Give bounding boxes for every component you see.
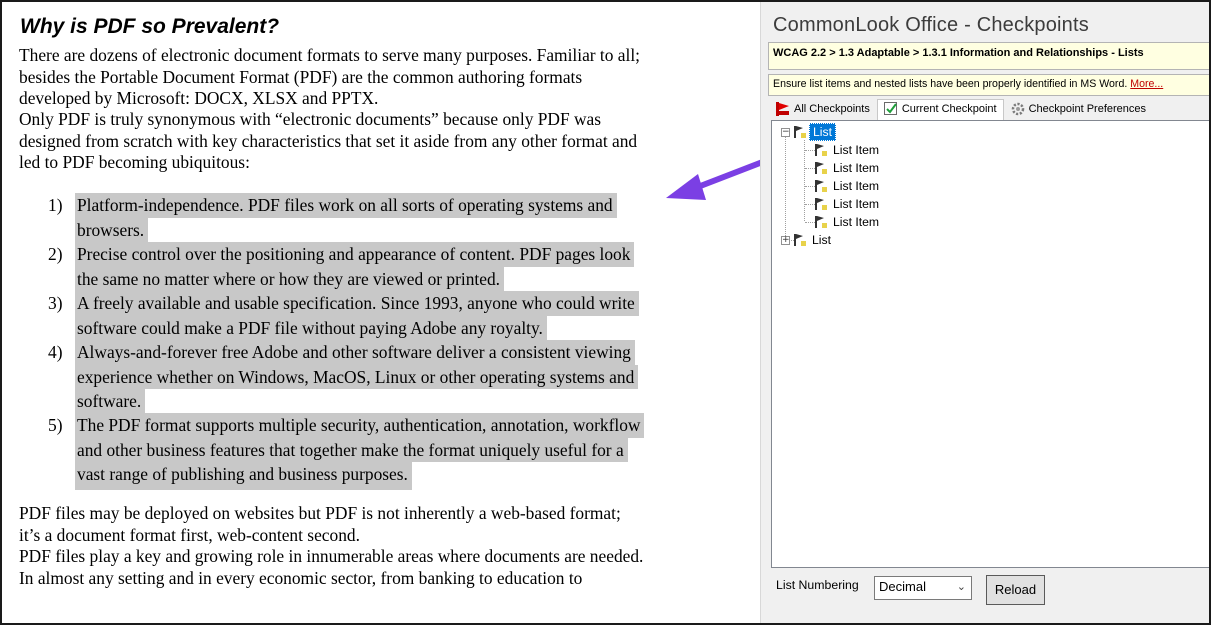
checkpoints-pane: CommonLook Office - Checkpoints WCAG 2.2… — [760, 2, 1209, 623]
list-number: 5) — [48, 415, 63, 435]
tree-node-label: List Item — [833, 197, 880, 211]
intro-paragraph-1: There are dozens of electronic document … — [19, 45, 640, 110]
tree-node-list[interactable]: List — [793, 123, 836, 141]
list-item-text: The PDF format supports multiple securit… — [75, 413, 645, 490]
tree-node-label: List — [809, 123, 836, 141]
tree-node-list[interactable]: List — [793, 231, 834, 249]
tab-all-checkpoints[interactable]: All Checkpoints — [769, 99, 877, 121]
tree-node-list-item[interactable]: List Item — [814, 177, 882, 195]
tree-node-label: List Item — [833, 179, 880, 193]
flag-icon — [815, 180, 827, 192]
text-line: There are dozens of electronic document … — [19, 45, 641, 65]
expand-toggle[interactable]: + — [781, 236, 790, 245]
text-line: PDF files may be deployed on websites bu… — [19, 503, 621, 523]
pane-tabs: All Checkpoints Current Checkpoint Check… — [769, 99, 1153, 121]
text-line: developed by Microsoft: DOCX, XLSX and P… — [19, 88, 379, 109]
checkmark-chart-icon — [883, 102, 897, 115]
tree-node-list-item[interactable]: List Item — [814, 195, 882, 213]
flag-icon — [794, 126, 806, 138]
checkpoint-description: Ensure list items and nested lists have … — [768, 74, 1209, 96]
red-flag-icon — [776, 102, 789, 116]
tree-node-list-item[interactable]: List Item — [814, 159, 882, 177]
text-line: it’s a document format first, web-conten… — [19, 524, 360, 545]
text-line: designed from scratch with key character… — [19, 130, 638, 151]
checkpoint-tree[interactable]: − List List Item List Item List Item Lis… — [771, 120, 1209, 568]
list-number: 4) — [48, 342, 63, 362]
text-line: Platform-independence. PDF files work on… — [75, 193, 617, 218]
text-line: Always-and-forever free Adobe and other … — [75, 340, 635, 365]
pane-title: CommonLook Office - Checkpoints — [773, 14, 1089, 36]
document-heading: Why is PDF so Prevalent? — [20, 15, 280, 38]
text-line: PDF files play a key and growing role in… — [19, 546, 644, 566]
tree-node-list-item[interactable]: List Item — [814, 141, 882, 159]
tree-node-label: List Item — [833, 215, 880, 229]
collapse-toggle[interactable]: − — [781, 128, 790, 137]
flag-icon — [815, 144, 827, 156]
outro-paragraph-2: PDF files play a key and growing role in… — [19, 546, 643, 589]
tab-current-checkpoint[interactable]: Current Checkpoint — [876, 99, 1004, 121]
tab-label: Current Checkpoint — [901, 103, 997, 115]
text-line: led to PDF becoming ubiquitous: — [19, 152, 250, 173]
description-text: Ensure list items and nested lists have … — [773, 78, 1128, 90]
tree-connector — [804, 140, 805, 221]
tab-checkpoint-preferences[interactable]: Checkpoint Preferences — [1004, 99, 1153, 121]
text-line: vast range of publishing and business pu… — [75, 462, 412, 490]
more-link[interactable]: More... — [1130, 78, 1163, 90]
text-line: the same no matter where or how they are… — [75, 266, 505, 291]
text-line: browsers. — [75, 217, 149, 242]
text-line: The PDF format supports multiple securit… — [75, 413, 645, 438]
tab-label: Checkpoint Preferences — [1028, 103, 1147, 115]
list-item-text: Always-and-forever free Adobe and other … — [75, 340, 639, 414]
text-line: In almost any setting and in every econo… — [19, 567, 583, 588]
list-number: 2) — [48, 244, 63, 264]
text-line: software. — [75, 389, 146, 414]
tree-node-label: List Item — [833, 143, 880, 157]
reload-button[interactable]: Reload — [986, 575, 1045, 605]
tree-node-label: List — [812, 233, 831, 247]
flag-icon — [794, 234, 806, 246]
list-numbering-select[interactable]: Decimal ⌄ — [874, 576, 972, 600]
intro-paragraph-2: Only PDF is truly synonymous with “elect… — [19, 109, 637, 174]
flag-icon — [815, 198, 827, 210]
list-number: 1) — [48, 195, 63, 215]
list-item-text: Platform-independence. PDF files work on… — [75, 193, 617, 242]
outro-paragraph-1: PDF files may be deployed on websites bu… — [19, 503, 621, 546]
text-line: and other business features that togethe… — [75, 437, 628, 462]
text-line: experience whether on Windows, MacOS, Li… — [75, 364, 639, 389]
flag-icon — [815, 216, 827, 228]
text-line: Only PDF is truly synonymous with “elect… — [19, 109, 602, 129]
tree-connector — [785, 137, 786, 240]
list-item-text: A freely available and usable specificat… — [75, 291, 639, 340]
select-value: Decimal — [879, 579, 926, 594]
text-line: Precise control over the positioning and… — [75, 242, 635, 267]
tab-label: All Checkpoints — [794, 103, 870, 115]
gear-icon — [1011, 102, 1024, 116]
tree-node-list-item[interactable]: List Item — [814, 213, 882, 231]
document-pane: Why is PDF so Prevalent? There are dozen… — [2, 2, 760, 623]
tree-node-label: List Item — [833, 161, 880, 175]
checkpoint-breadcrumb: WCAG 2.2 > 1.3 Adaptable > 1.3.1 Informa… — [768, 42, 1209, 70]
text-line: A freely available and usable specificat… — [75, 291, 639, 316]
list-numbering-label: List Numbering — [776, 578, 859, 592]
text-line: besides the Portable Document Format (PD… — [19, 66, 583, 87]
list-number: 3) — [48, 293, 63, 313]
screenshot-frame: Why is PDF so Prevalent? There are dozen… — [0, 0, 1211, 625]
list-item-text: Precise control over the positioning and… — [75, 242, 635, 291]
text-line: software could make a PDF file without p… — [75, 315, 547, 340]
chevron-down-icon: ⌄ — [956, 580, 966, 593]
flag-icon — [815, 162, 827, 174]
